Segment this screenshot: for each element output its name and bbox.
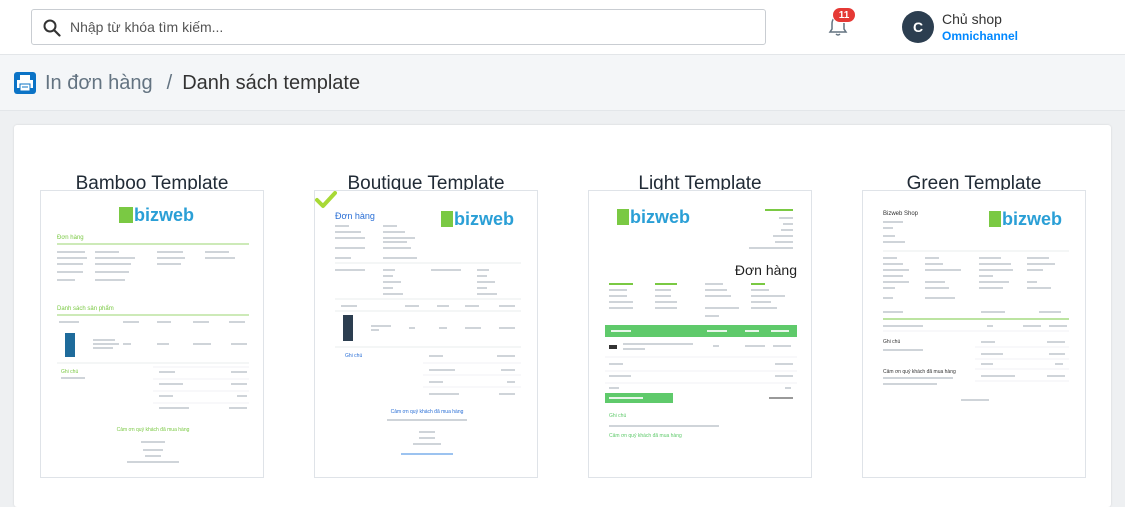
avatar[interactable]: C [902, 11, 934, 43]
template-thumbnail[interactable]: Bizweb Shop bizweb Ghi chú Cảm ơn quý kh… [862, 190, 1086, 478]
template-preview: bizweb Đơn hàng Danh sách sản phẩm Ghi c… [57, 205, 249, 463]
preview-thanks: Cảm ơn quý khách đã mua hàng [391, 409, 464, 415]
top-bar: 11 C Chủ shop Omnichannel [0, 0, 1125, 55]
template-panel: Bamboo Template bizweb Đơn hàng Danh sác… [14, 125, 1111, 507]
template-thumbnail[interactable]: bizweb Đơn hàng Danh sách sản phẩm Ghi c… [40, 190, 264, 478]
preview-thanks: Cảm ơn quý khách đã mua hàng [609, 433, 682, 439]
notification-badge: 11 [832, 7, 856, 23]
preview-notes: Ghi chú [883, 339, 900, 345]
preview-thanks: Cảm ơn quý khách đã mua hàng [117, 427, 190, 433]
preview-thanks: Cảm ơn quý khách đã mua hàng [883, 369, 956, 375]
template-thumbnail[interactable]: bizweb Đơn hàng Ghi chú Cảm ơn quý khách… [588, 190, 812, 478]
preview-product-list: Danh sách sản phẩm [57, 305, 114, 312]
page-title: Danh sách template [182, 72, 361, 94]
preview-shop: Bizweb Shop [883, 211, 919, 217]
template-preview: bizweb Đơn hàng Ghi chú Cảm ơn quý khách… [605, 207, 797, 439]
search-input[interactable] [70, 10, 750, 44]
breadcrumb-parent[interactable]: In đơn hàng [45, 72, 153, 94]
preview-heading: Đơn hàng [57, 235, 84, 241]
preview-heading: Đơn hàng [335, 211, 375, 221]
preview-notes: Ghi chú [345, 353, 362, 359]
template-preview: Đơn hàng bizweb Ghi chú Cảm ơn quý khách… [335, 209, 521, 455]
preview-logo: bizweb [454, 209, 514, 229]
content-area: Bamboo Template bizweb Đơn hàng Danh sác… [0, 111, 1125, 507]
breadcrumb: In đơn hàng / Danh sách template [0, 55, 1125, 111]
preview-logo: bizweb [134, 205, 194, 225]
preview-heading: Đơn hàng [735, 262, 797, 278]
check-icon [315, 191, 337, 208]
template-preview: Bizweb Shop bizweb Ghi chú Cảm ơn quý kh… [883, 209, 1069, 401]
user-subtitle: Omnichannel [942, 29, 1019, 43]
preview-notes: Ghi chú [61, 369, 78, 375]
user-name[interactable]: Chủ shop [942, 11, 1002, 27]
preview-notes: Ghi chú [609, 413, 626, 419]
preview-logo: bizweb [630, 207, 690, 227]
printer-icon [14, 72, 36, 94]
template-thumbnail[interactable]: Đơn hàng bizweb Ghi chú Cảm ơn quý khách… [314, 190, 538, 478]
preview-logo: bizweb [1002, 209, 1062, 229]
search-box[interactable] [31, 9, 766, 45]
breadcrumb-separator: / [166, 72, 173, 94]
search-icon [43, 19, 61, 37]
